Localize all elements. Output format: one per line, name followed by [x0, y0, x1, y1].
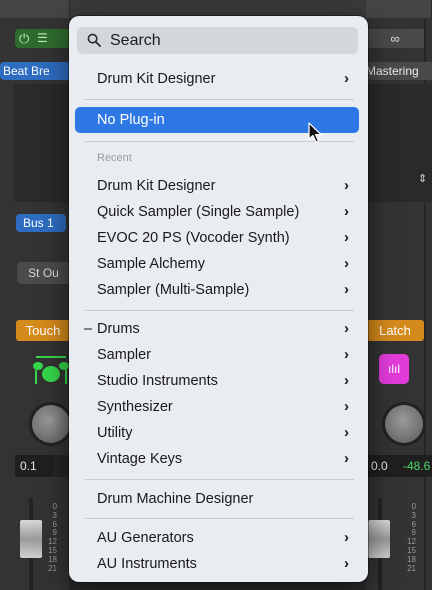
chevron-right-icon: ›: [344, 177, 349, 194]
menu-item-label: Quick Sampler (Single Sample): [97, 204, 300, 220]
volume-value[interactable]: 0.1: [15, 455, 53, 477]
region-label-right[interactable]: Mastering: [366, 62, 432, 80]
search-placeholder: Search: [110, 32, 161, 49]
scale-tick: 21: [407, 563, 416, 573]
section-header-recent: Recent: [97, 152, 132, 164]
pan-knob-right[interactable]: [385, 405, 423, 443]
menu-item-label: EVOC 20 PS (Vocoder Synth): [97, 230, 290, 246]
chevron-right-icon: ›: [344, 70, 349, 87]
link-icon[interactable]: ∞: [366, 29, 424, 48]
menu-item-label: Drum Machine Designer: [97, 491, 254, 507]
mouse-pointer-icon: [308, 122, 322, 143]
menu-item-drum-machine-designer[interactable]: Drum Machine Designer: [75, 486, 359, 512]
menu-separator: [85, 99, 354, 100]
chevron-right-icon: ›: [344, 281, 349, 298]
mixed-state-mark: –: [84, 321, 93, 337]
menu-item-au-instruments[interactable]: AU Instruments ›: [75, 551, 359, 577]
volume-fader-right[interactable]: [368, 520, 390, 558]
region-label[interactable]: Beat Bre: [0, 62, 70, 80]
scale-tick: 21: [48, 563, 57, 573]
chevron-right-icon: ›: [344, 450, 349, 467]
menu-item-recent[interactable]: Sampler (Multi-Sample) ›: [75, 277, 359, 303]
automation-mode[interactable]: Touch: [16, 320, 70, 341]
menu-item-label: AU Instruments: [97, 556, 197, 572]
chevron-right-icon: ›: [344, 424, 349, 441]
eq-sliders-icon[interactable]: ☰: [37, 29, 48, 48]
instrument-slot-controls[interactable]: ⏻ ☰: [15, 29, 71, 48]
menu-item-label: Drum Kit Designer: [97, 178, 216, 194]
volume-value-right[interactable]: 0.0: [366, 455, 398, 477]
menu-item-recent[interactable]: Quick Sampler (Single Sample) ›: [75, 199, 359, 225]
menu-separator: [85, 479, 354, 480]
menu-item-recent[interactable]: EVOC 20 PS (Vocoder Synth) ›: [75, 225, 359, 251]
chevron-right-icon: ›: [344, 203, 349, 220]
search-field[interactable]: Search: [77, 27, 358, 54]
menu-item-label: Vintage Keys: [97, 451, 183, 467]
menu-item-drum-kit-designer[interactable]: Drum Kit Designer ›: [75, 66, 359, 92]
power-icon[interactable]: ⏻: [19, 29, 29, 48]
chevron-right-icon: ›: [344, 346, 349, 363]
menu-item-category[interactable]: Utility ›: [75, 420, 359, 446]
menu-item-recent[interactable]: Drum Kit Designer ›: [75, 173, 359, 199]
peak-value-box: [53, 455, 70, 477]
chevron-right-icon: ›: [344, 255, 349, 272]
menu-separator: [85, 518, 354, 519]
chevron-right-icon: ›: [344, 229, 349, 246]
chevron-right-icon: ›: [344, 555, 349, 572]
output-slot[interactable]: St Ou: [17, 262, 70, 284]
volume-fader[interactable]: [20, 520, 42, 558]
chevron-right-icon: ›: [344, 529, 349, 546]
menu-item-category-drums[interactable]: – Drums ›: [75, 316, 359, 342]
menu-item-label: Utility: [97, 425, 133, 441]
menu-item-label: No Plug-in: [97, 112, 165, 128]
menu-item-category[interactable]: Studio Instruments ›: [75, 368, 359, 394]
menu-item-label: Sampler (Multi-Sample): [97, 282, 250, 298]
chevron-right-icon: ›: [344, 320, 349, 337]
header-segment: [366, 0, 432, 18]
search-icon: [87, 33, 101, 47]
menu-item-label: Studio Instruments: [97, 373, 218, 389]
menu-item-label: Drum Kit Designer: [97, 71, 216, 87]
send-slot[interactable]: Bus 1: [16, 214, 66, 232]
drum-kit-icon[interactable]: [32, 352, 70, 384]
menu-item-label: Synthesizer: [97, 399, 173, 415]
peak-value-right: -48.6: [398, 455, 432, 477]
fader-scale-right: 0 3 6 9 12 15 18 21: [396, 502, 416, 573]
menu-item-category[interactable]: Synthesizer ›: [75, 394, 359, 420]
chevron-updown-icon[interactable]: ⇕: [418, 172, 427, 185]
menu-item-label: Drums: [97, 321, 140, 337]
pan-knob[interactable]: [32, 405, 70, 443]
header-segment: [0, 0, 70, 18]
menu-item-label: Sample Alchemy: [97, 256, 205, 272]
chevron-right-icon: ›: [344, 372, 349, 389]
menu-item-label: Sampler: [97, 347, 151, 363]
chevron-right-icon: ›: [344, 398, 349, 415]
menu-item-category[interactable]: Sampler ›: [75, 342, 359, 368]
menu-item-label: AU Generators: [97, 530, 194, 546]
plugin-menu: Search Drum Kit Designer › No Plug-in Re…: [69, 16, 368, 582]
automation-mode-right[interactable]: Latch: [366, 320, 424, 341]
audio-fx-slot-area[interactable]: [14, 84, 70, 202]
menu-item-category[interactable]: Vintage Keys ›: [75, 446, 359, 472]
waveform-icon[interactable]: ılıl: [379, 354, 409, 384]
menu-separator: [85, 310, 354, 311]
menu-item-au-generators[interactable]: AU Generators ›: [75, 525, 359, 551]
menu-item-recent[interactable]: Sample Alchemy ›: [75, 251, 359, 277]
